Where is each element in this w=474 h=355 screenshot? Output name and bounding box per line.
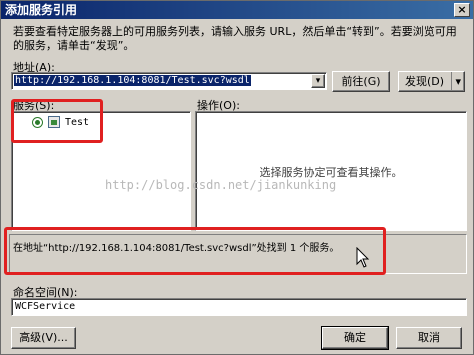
watermark-text: http://blog.csdn.net/jiankunking (105, 178, 337, 192)
cancel-button[interactable]: 取消 (396, 327, 462, 349)
close-icon[interactable]: × (454, 3, 470, 17)
address-dropdown-icon[interactable]: ▾ (311, 74, 325, 88)
address-combobox[interactable]: http://192.168.1.104:8081/Test.svc?wsdl … (11, 72, 327, 90)
title-bar: 添加服务引用 × (1, 1, 473, 19)
namespace-input[interactable]: WCFService (11, 298, 467, 316)
ok-button[interactable]: 确定 (321, 326, 389, 350)
status-highlight-box (4, 227, 386, 275)
operations-list[interactable]: 选择服务协定可查看其操作。 (195, 111, 467, 231)
window-title: 添加服务引用 (5, 3, 78, 17)
go-button[interactable]: 前往(G) (332, 71, 390, 92)
instructions-text: 若要查看特定服务器上的可用服务列表，请输入服务 URL，然后单击“转到”。若要浏… (13, 25, 457, 52)
discover-button-label: 发现(D) (405, 75, 445, 88)
advanced-button[interactable]: 高级(V)... (11, 327, 76, 349)
discover-dropdown-icon[interactable]: ▾ (451, 72, 461, 91)
discover-button[interactable]: 发现(D) ▾ (398, 71, 465, 92)
services-highlight-box (11, 99, 103, 143)
namespace-value: WCFService (15, 301, 76, 312)
add-service-reference-dialog: 添加服务引用 × 若要查看特定服务器上的可用服务列表，请输入服务 URL，然后单… (0, 0, 474, 355)
address-value[interactable]: http://192.168.1.104:8081/Test.svc?wsdl (14, 75, 251, 86)
